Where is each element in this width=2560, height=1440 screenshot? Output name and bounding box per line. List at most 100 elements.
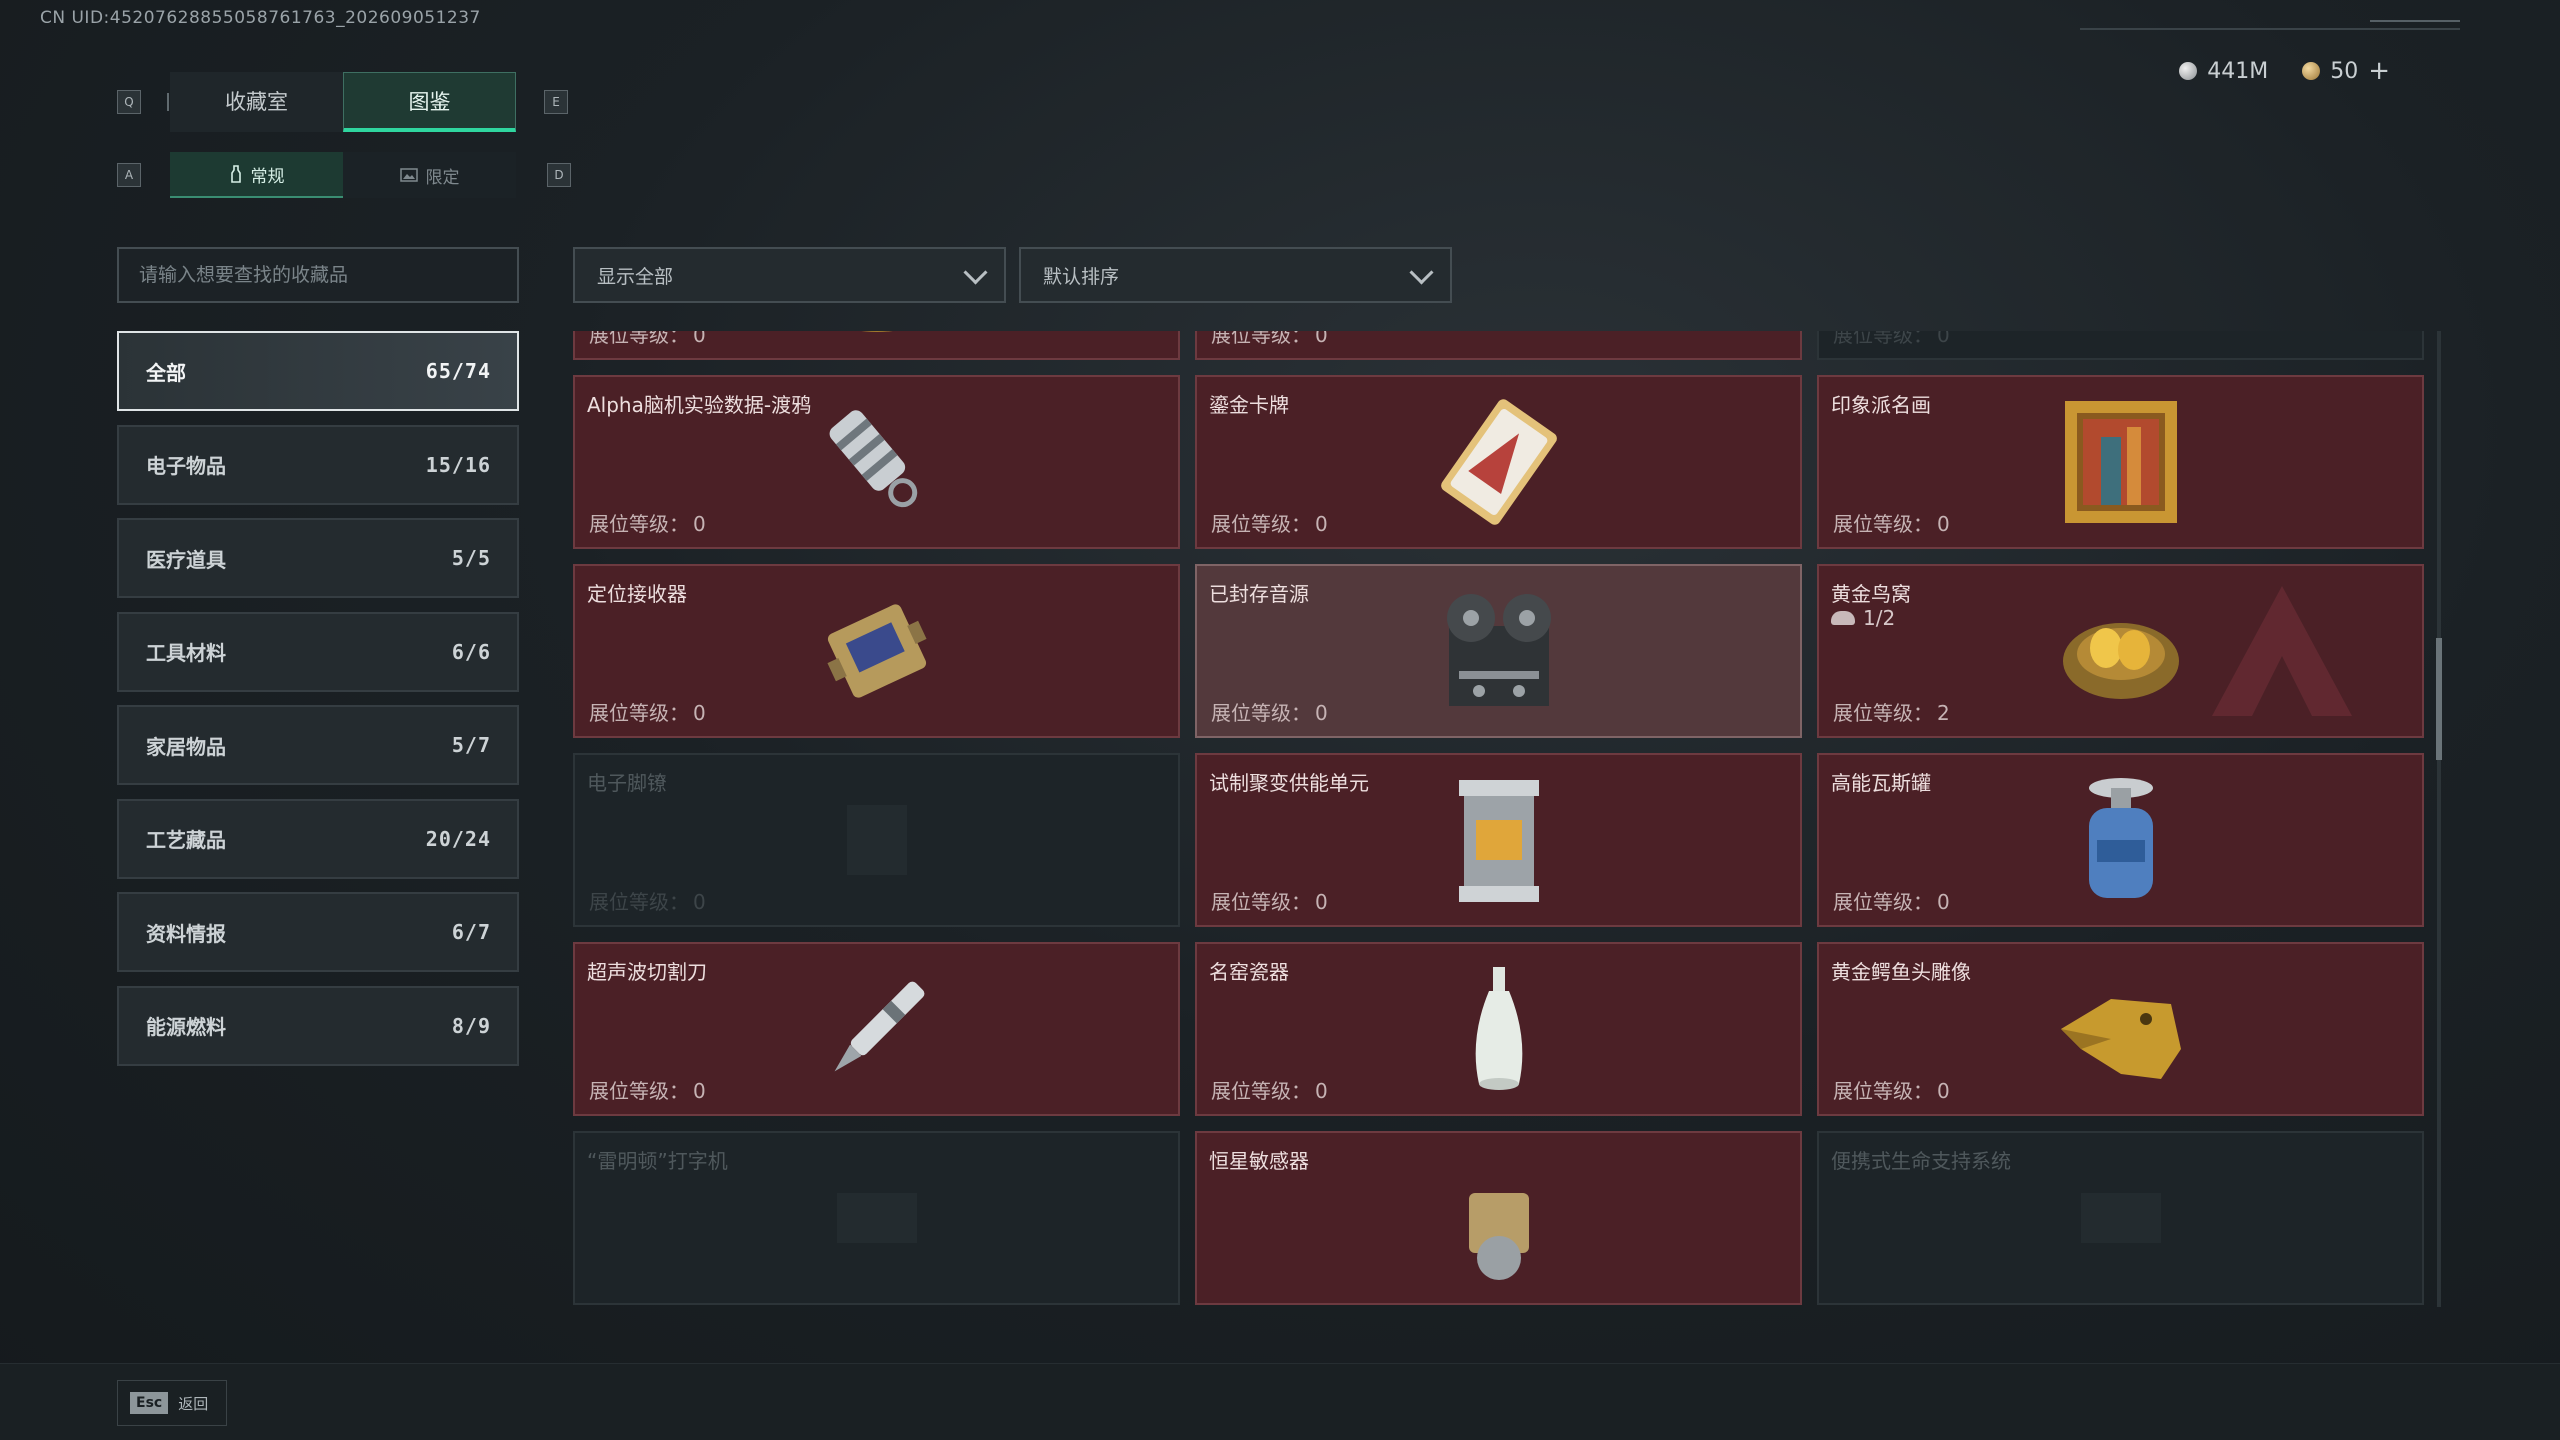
item-name: “雷明顿”打字机: [587, 1149, 728, 1173]
category-crafts[interactable]: 工艺藏品 20/24: [117, 798, 519, 879]
item-card[interactable]: 恒星敏感器 展位等级：: [1195, 1131, 1802, 1305]
fusion-cell-icon: [1458, 780, 1539, 902]
caviar-tin-icon: [860, 331, 893, 332]
category-label: 医疗道具: [146, 547, 226, 572]
category-label: 全部: [146, 360, 186, 385]
item-name: 电子脚镣: [587, 771, 667, 795]
tab-regular[interactable]: 常规: [170, 152, 343, 198]
item-name: 印象派名画: [1831, 393, 1931, 417]
back-button[interactable]: Esc 返回: [117, 1380, 227, 1426]
level-label: 展位等级：: [1211, 331, 1311, 347]
level-value: 2: [1937, 701, 1950, 725]
category-label: 能源燃料: [146, 1015, 226, 1039]
category-count: 5/7: [451, 733, 491, 757]
item-card[interactable]: 高能瓦斯罐 展位等级： 0: [1817, 753, 2424, 927]
category-label: 工具材料: [146, 641, 226, 665]
item-card-locked[interactable]: 便携式生命支持系统 展位等级：: [1817, 1131, 2424, 1305]
level-label: 展位等级：: [589, 1079, 689, 1103]
category-all[interactable]: 全部 65/74: [117, 331, 519, 411]
gold-coin-icon: [2302, 62, 2321, 80]
silver-coin-icon: [2179, 62, 2198, 80]
item-level: 展位等级： 0: [1211, 697, 1328, 726]
scrollbar-thumb[interactable]: [2436, 638, 2442, 760]
item-card-locked[interactable]: 展位等级： 0: [1817, 331, 2424, 360]
category-count: 5/5: [451, 546, 491, 570]
main-tabs: 收藏室 图鉴: [170, 72, 516, 132]
rotary-phone-icon: [1454, 331, 1544, 338]
level-value: 0: [1937, 512, 1950, 536]
level-label: 展位等级：: [1211, 890, 1311, 914]
category-count: 6/7: [451, 920, 491, 944]
category-intel[interactable]: 资料情报 6/7: [117, 892, 519, 972]
item-name: 恒星敏感器: [1209, 1149, 1309, 1173]
sort-dropdown[interactable]: 默认排序: [1019, 247, 1452, 303]
item-card[interactable]: 展位等级： 0: [573, 331, 1180, 360]
category-label: 资料情报: [146, 921, 226, 946]
item-name: 便携式生命支持系统: [1831, 1149, 2011, 1173]
item-name: 定位接收器: [587, 582, 687, 606]
category-count: 65/74: [425, 359, 491, 383]
level-value: 0: [693, 1079, 706, 1103]
level-value: 0: [693, 331, 706, 347]
category-medical[interactable]: 医疗道具 5/5: [117, 518, 519, 598]
item-card[interactable]: 试制聚变供能单元 展位等级： 0: [1195, 753, 1802, 927]
item-name: 已封存音源: [1209, 582, 1309, 606]
level-label: 展位等级：: [589, 331, 689, 347]
scrollbar-track[interactable]: [2437, 331, 2441, 1307]
chevron-down-icon: [964, 264, 986, 286]
level-label: 展位等级：: [1833, 512, 1933, 536]
item-card[interactable]: 印象派名画 展位等级： 0: [1817, 375, 2424, 549]
key-q-hint: Q: [117, 90, 141, 114]
esc-key-hint: Esc: [130, 1392, 169, 1414]
item-card[interactable]: 定位接收器 展位等级： 0: [573, 564, 1180, 738]
locked-item-icon: [2080, 1193, 2161, 1243]
level-value: 0: [1315, 331, 1328, 347]
category-electronics[interactable]: 电子物品 15/16: [117, 424, 519, 505]
tab-catalog[interactable]: 图鉴: [343, 72, 516, 132]
bottom-bar: [0, 1363, 2560, 1440]
category-household[interactable]: 家居物品 5/7: [117, 705, 519, 785]
item-card[interactable]: 名窑瓷器 展位等级： 0: [1195, 942, 1802, 1116]
item-card[interactable]: 超声波切割刀 展位等级： 0: [573, 942, 1180, 1116]
level-label: 展位等级：: [1833, 890, 1933, 914]
level-value: 0: [1315, 890, 1328, 914]
item-card[interactable]: 鎏金卡牌 展位等级： 0: [1195, 375, 1802, 549]
level-value: 0: [1937, 890, 1950, 914]
item-card[interactable]: 黄金鸟窝 1/2 展位等级： 2: [1817, 564, 2424, 738]
bottle-icon: [230, 165, 241, 183]
show-filter-dropdown[interactable]: 显示全部: [573, 247, 1006, 303]
category-energy[interactable]: 能源燃料 8/9: [117, 985, 519, 1066]
level-value: 0: [1937, 1079, 1950, 1103]
item-card-locked[interactable]: “雷明顿”打字机 展位等级：: [573, 1131, 1180, 1305]
category-tools[interactable]: 工具材料 6/6: [117, 611, 519, 692]
item-card-locked[interactable]: 电子脚镣 展位等级： 0: [573, 753, 1180, 927]
show-filter-value: 显示全部: [597, 265, 674, 288]
level-label: 展位等级：: [1833, 331, 1933, 347]
category-label: 工艺藏品: [146, 828, 226, 852]
item-card[interactable]: 展位等级： 0: [1195, 331, 1802, 360]
item-card[interactable]: 黄金鳄鱼头雕像 展位等级： 0: [1817, 942, 2424, 1116]
level-value: 0: [1315, 512, 1328, 536]
item-level: 展位等级： 2: [1833, 697, 1950, 726]
item-card[interactable]: Alpha脑机实验数据-渡鸦 展位等级： 0: [573, 375, 1180, 549]
category-list: 全部 65/74 电子物品 15/16 医疗道具 5/5 工具材料 6/6 家居物品 5/…: [117, 331, 519, 1079]
tab-limited[interactable]: 限定: [343, 152, 516, 198]
item-level: 展位等级： 0: [1833, 1075, 1950, 1104]
item-name: 黄金鳄鱼头雕像: [1831, 960, 1971, 984]
tab-collection-room[interactable]: 收藏室: [170, 72, 343, 132]
level-label: 展位等级：: [1211, 512, 1311, 536]
level-value: 0: [1315, 701, 1328, 725]
owned-count-badge: 1/2: [1831, 606, 1895, 630]
level-label: 展位等级：: [1833, 1079, 1933, 1103]
item-level: 展位等级： 0: [589, 331, 706, 348]
category-label: 电子物品: [146, 454, 226, 478]
locked-item-icon: [836, 1193, 917, 1243]
locator-receiver-icon: [826, 604, 927, 698]
search-input[interactable]: [117, 247, 519, 303]
gold-crocodile-icon: [2060, 999, 2181, 1079]
add-currency-button[interactable]: +: [2368, 56, 2390, 86]
level-label: 展位等级：: [589, 512, 689, 536]
item-name: 鎏金卡牌: [1209, 393, 1289, 417]
chevron-down-icon: [1410, 264, 1432, 286]
item-card-selected[interactable]: 已封存音源 展位等级： 0: [1195, 564, 1802, 738]
